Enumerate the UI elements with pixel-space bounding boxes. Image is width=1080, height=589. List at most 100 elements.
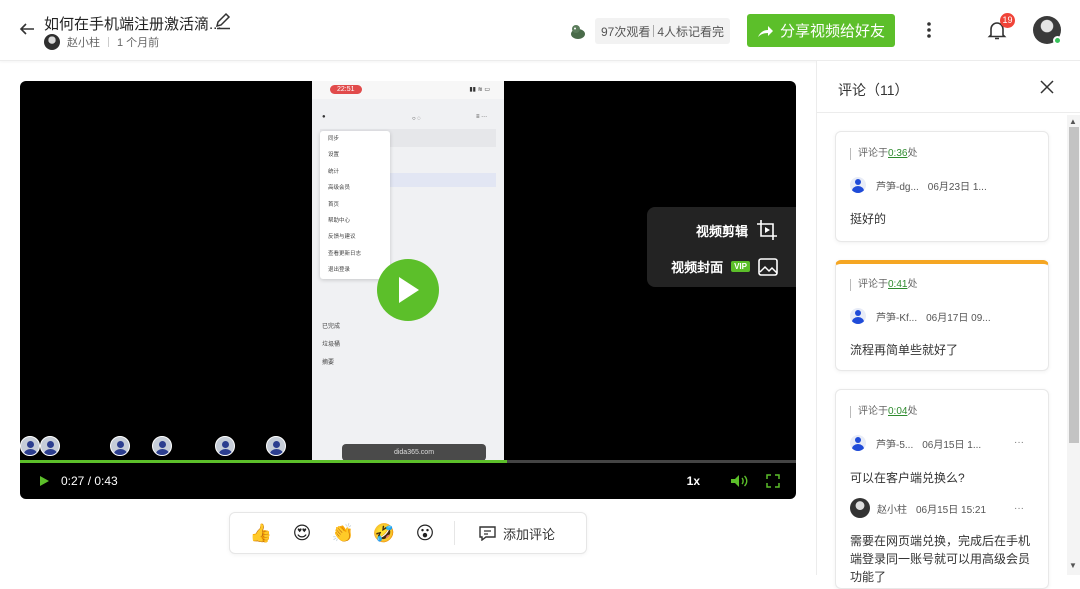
rofl-icon[interactable]: 🤣 bbox=[373, 523, 395, 543]
top-bar: 如何在手机端注册激活滴... 赵小柱 1 个月前 97次观看 4人标记看完 分享… bbox=[0, 0, 1080, 61]
viewer-marker[interactable] bbox=[266, 436, 286, 456]
add-comment-button[interactable]: 添加评论 bbox=[479, 524, 555, 543]
video-player[interactable]: 22:51 ▮▮ ≋ ▭ ● ○ ◌ ≡ ··· 同步 设置 统计 高级会员 首… bbox=[20, 81, 796, 499]
viewer-marker[interactable] bbox=[152, 436, 172, 456]
online-status-dot bbox=[1053, 36, 1062, 45]
meta-divider bbox=[108, 37, 109, 47]
comments-panel: 评论（11） ▲ ▼ 评论于0:36处 芦笋-dg... 06月23日 1...… bbox=[816, 61, 1080, 589]
user-icon bbox=[850, 435, 866, 451]
scroll-up-icon[interactable]: ▲ bbox=[1069, 117, 1077, 126]
timestamp-link[interactable]: 0:04 bbox=[888, 406, 907, 417]
playback-speed[interactable]: 1x bbox=[687, 474, 700, 488]
timestamp-prefix: 评论于 bbox=[858, 148, 888, 159]
heart-eyes-icon[interactable]: 😍 bbox=[292, 523, 312, 543]
reply-more-icon[interactable]: ··· bbox=[1014, 503, 1024, 514]
notification-badge: 19 bbox=[1000, 13, 1015, 28]
phone-menu-item: 高级会员 bbox=[328, 185, 351, 192]
phone-menu-item: 统计 bbox=[328, 168, 340, 175]
comment-text: 挺好的 bbox=[850, 212, 887, 226]
phone-url-bar: dida365.com bbox=[342, 444, 486, 461]
timestamp-suffix: 处 bbox=[907, 279, 918, 290]
comment-username: 芦笋-Kf... bbox=[876, 312, 918, 324]
comment-user: 芦笋-5... 06月15日 1... bbox=[850, 435, 981, 451]
timestamp-link[interactable]: 0:41 bbox=[888, 279, 907, 290]
timestamp-link[interactable]: 0:36 bbox=[888, 148, 907, 159]
comment-more-icon[interactable]: ··· bbox=[1014, 437, 1024, 448]
viewer-marker[interactable] bbox=[20, 436, 40, 456]
phone-menu-item: 查看更新日志 bbox=[328, 250, 362, 257]
comment-card[interactable]: 评论于0:04处 芦笋-5... 06月15日 1... ··· 可以在客户端兑… bbox=[835, 389, 1049, 589]
phone-dropdown-menu: 同步 设置 统计 高级会员 首页 帮助中心 反馈与建议 查看更新日志 退出登录 bbox=[320, 131, 390, 279]
phone-avatar: ● bbox=[322, 114, 326, 120]
clap-icon[interactable]: 👏 bbox=[332, 523, 354, 543]
timestamp-suffix: 处 bbox=[907, 148, 918, 159]
posted-time: 1 个月前 bbox=[117, 37, 160, 49]
author-name: 赵小柱 bbox=[67, 37, 100, 49]
back-arrow-icon[interactable] bbox=[18, 20, 36, 38]
scrollbar-thumb[interactable] bbox=[1069, 127, 1079, 443]
edit-title-icon[interactable] bbox=[214, 12, 232, 30]
phone-signal-icons: ▮▮ ≋ ▭ bbox=[469, 87, 490, 93]
play-button-large[interactable] bbox=[377, 259, 439, 321]
image-cover-icon bbox=[758, 257, 778, 276]
play-icon bbox=[399, 277, 419, 303]
phone-menu-item: 首页 bbox=[328, 201, 340, 208]
comment-date: 06月15日 1... bbox=[922, 439, 982, 451]
share-video-button[interactable]: 分享视频给好友 bbox=[747, 14, 895, 47]
fullscreen-icon[interactable] bbox=[766, 474, 780, 488]
vip-badge: VIP bbox=[731, 261, 750, 272]
phone-list-completed: 已完成 bbox=[322, 324, 341, 330]
timestamp-prefix: 评论于 bbox=[858, 279, 888, 290]
comment-date: 06月17日 09... bbox=[926, 312, 991, 324]
comment-card[interactable]: 评论于0:36处 芦笋-dg... 06月23日 1... 挺好的 bbox=[835, 131, 1049, 242]
phone-menu-icon: ≡ ··· bbox=[476, 114, 488, 120]
viewer-marker[interactable] bbox=[215, 436, 235, 456]
video-edit-option[interactable]: 视频剪辑 bbox=[696, 219, 778, 241]
phone-menu-item: 同步 bbox=[328, 136, 340, 142]
phone-list-trash: 垃圾桶 bbox=[322, 342, 341, 348]
author-avatar[interactable] bbox=[44, 34, 60, 50]
video-edit-label: 视频剪辑 bbox=[695, 223, 748, 239]
comment-card-active[interactable]: 评论于0:41处 芦笋-Kf... 06月17日 09... 流程再简单些就好了 bbox=[835, 260, 1049, 371]
view-count: 97次观看 bbox=[601, 24, 651, 39]
volume-icon[interactable] bbox=[730, 474, 748, 488]
user-icon bbox=[850, 177, 866, 193]
stats-divider bbox=[653, 25, 655, 37]
scroll-down-icon[interactable]: ▼ bbox=[1069, 561, 1077, 570]
view-stats: 97次观看 4人标记看完 bbox=[595, 18, 731, 44]
thumbs-up-icon[interactable]: 👍 bbox=[250, 523, 272, 543]
timestamp-suffix: 处 bbox=[907, 406, 918, 417]
viewer-marker[interactable] bbox=[40, 436, 60, 456]
comments-title: 评论（11） bbox=[838, 82, 909, 98]
surprised-icon[interactable]: 😮 bbox=[415, 523, 435, 543]
timestamp-prefix: 评论于 bbox=[858, 406, 888, 417]
comment-user: 芦笋-dg... 06月23日 1... bbox=[850, 177, 987, 193]
clip-edit-icon bbox=[757, 220, 777, 240]
reply-date: 06月15日 15:21 bbox=[916, 504, 987, 516]
phone-status-bar: 22:51 ▮▮ ≋ ▭ bbox=[312, 81, 504, 99]
comment-username: 芦笋-5... bbox=[876, 439, 914, 451]
comments-header: 评论（11） bbox=[817, 61, 1080, 113]
user-avatar[interactable] bbox=[1033, 16, 1062, 45]
video-cover-option[interactable]: 视频封面 VIP bbox=[671, 257, 778, 276]
phone-menu-item: 帮助中心 bbox=[328, 217, 351, 224]
share-label: 分享视频给好友 bbox=[779, 23, 885, 40]
add-comment-label: 添加评论 bbox=[503, 526, 556, 542]
share-arrow-icon bbox=[757, 25, 773, 37]
phone-menu-item: 设置 bbox=[328, 152, 340, 159]
viewer-marker[interactable] bbox=[110, 436, 130, 456]
reply-avatar bbox=[850, 498, 870, 518]
player-controls: 0:27 / 0:43 1x bbox=[20, 463, 796, 499]
reply-user: 赵小柱 06月15日 15:21 bbox=[850, 498, 986, 518]
comment-icon bbox=[479, 525, 496, 541]
video-title: 如何在手机端注册激活滴... bbox=[44, 16, 222, 33]
close-icon[interactable] bbox=[1040, 80, 1054, 94]
cat-mascot-icon bbox=[571, 25, 585, 39]
play-control-icon[interactable] bbox=[38, 475, 50, 487]
comment-username: 芦笋-dg... bbox=[876, 181, 919, 193]
comment-timestamp: 评论于0:36处 bbox=[850, 148, 917, 160]
more-options-icon[interactable] bbox=[920, 20, 938, 40]
user-icon bbox=[850, 308, 866, 324]
phone-menu-item: 反馈与建议 bbox=[328, 234, 356, 241]
playback-time: 0:27 / 0:43 bbox=[61, 474, 118, 488]
